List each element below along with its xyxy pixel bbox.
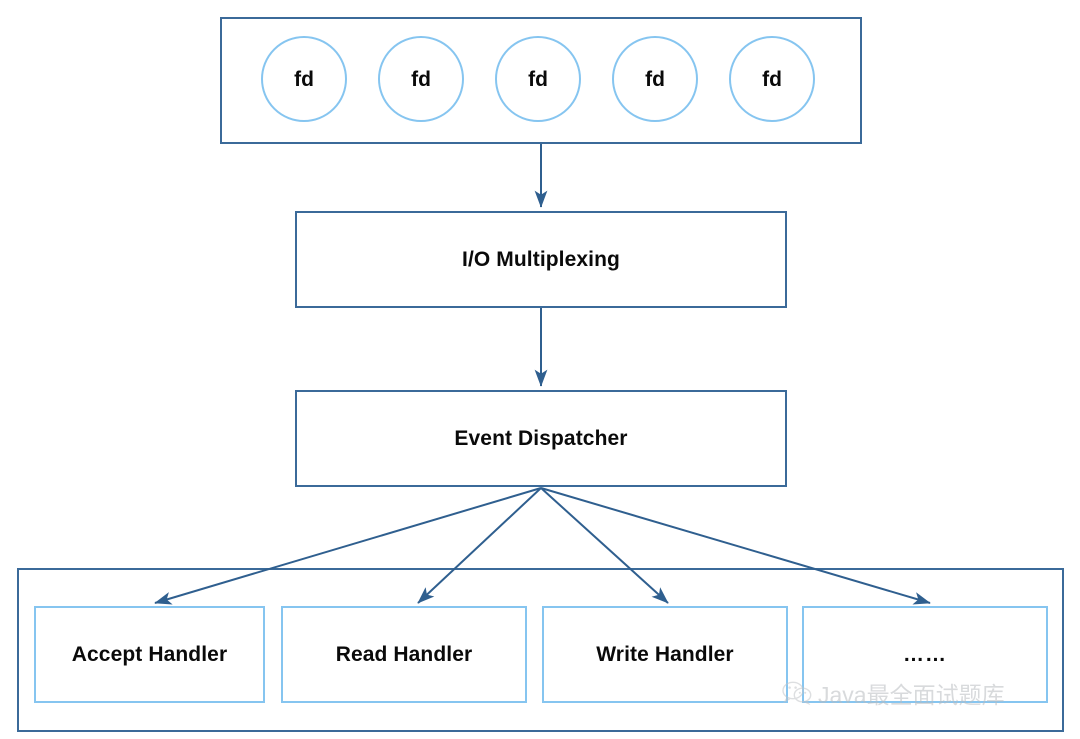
- fd-circle-label: fd: [411, 67, 431, 91]
- fd-circle-label: fd: [762, 67, 782, 91]
- fd-circle-1: fd: [261, 36, 347, 122]
- read-handler-label: Read Handler: [335, 643, 473, 666]
- write-handler-box: Write Handler: [542, 606, 788, 703]
- write-handler-label: Write Handler: [596, 643, 734, 666]
- accept-handler-label: Accept Handler: [71, 643, 228, 666]
- fd-circle-label: fd: [294, 67, 314, 91]
- more-handlers-box: ……: [802, 606, 1048, 703]
- fd-circle-label: fd: [528, 67, 548, 91]
- event-dispatcher-label: Event Dispatcher: [454, 427, 628, 450]
- fd-circle-5: fd: [729, 36, 815, 122]
- diagram-canvas: fd fd fd fd fd I/O Multiplexing Event Di…: [0, 0, 1080, 739]
- io-multiplexing-label: I/O Multiplexing: [462, 248, 620, 271]
- fd-circle-2: fd: [378, 36, 464, 122]
- fd-circle-3: fd: [495, 36, 581, 122]
- fd-circle-4: fd: [612, 36, 698, 122]
- event-dispatcher-box: Event Dispatcher: [295, 390, 787, 487]
- accept-handler-box: Accept Handler: [34, 606, 265, 703]
- more-handlers-label: ……: [903, 642, 947, 666]
- fd-circle-label: fd: [645, 67, 665, 91]
- read-handler-box: Read Handler: [281, 606, 527, 703]
- io-multiplexing-box: I/O Multiplexing: [295, 211, 787, 308]
